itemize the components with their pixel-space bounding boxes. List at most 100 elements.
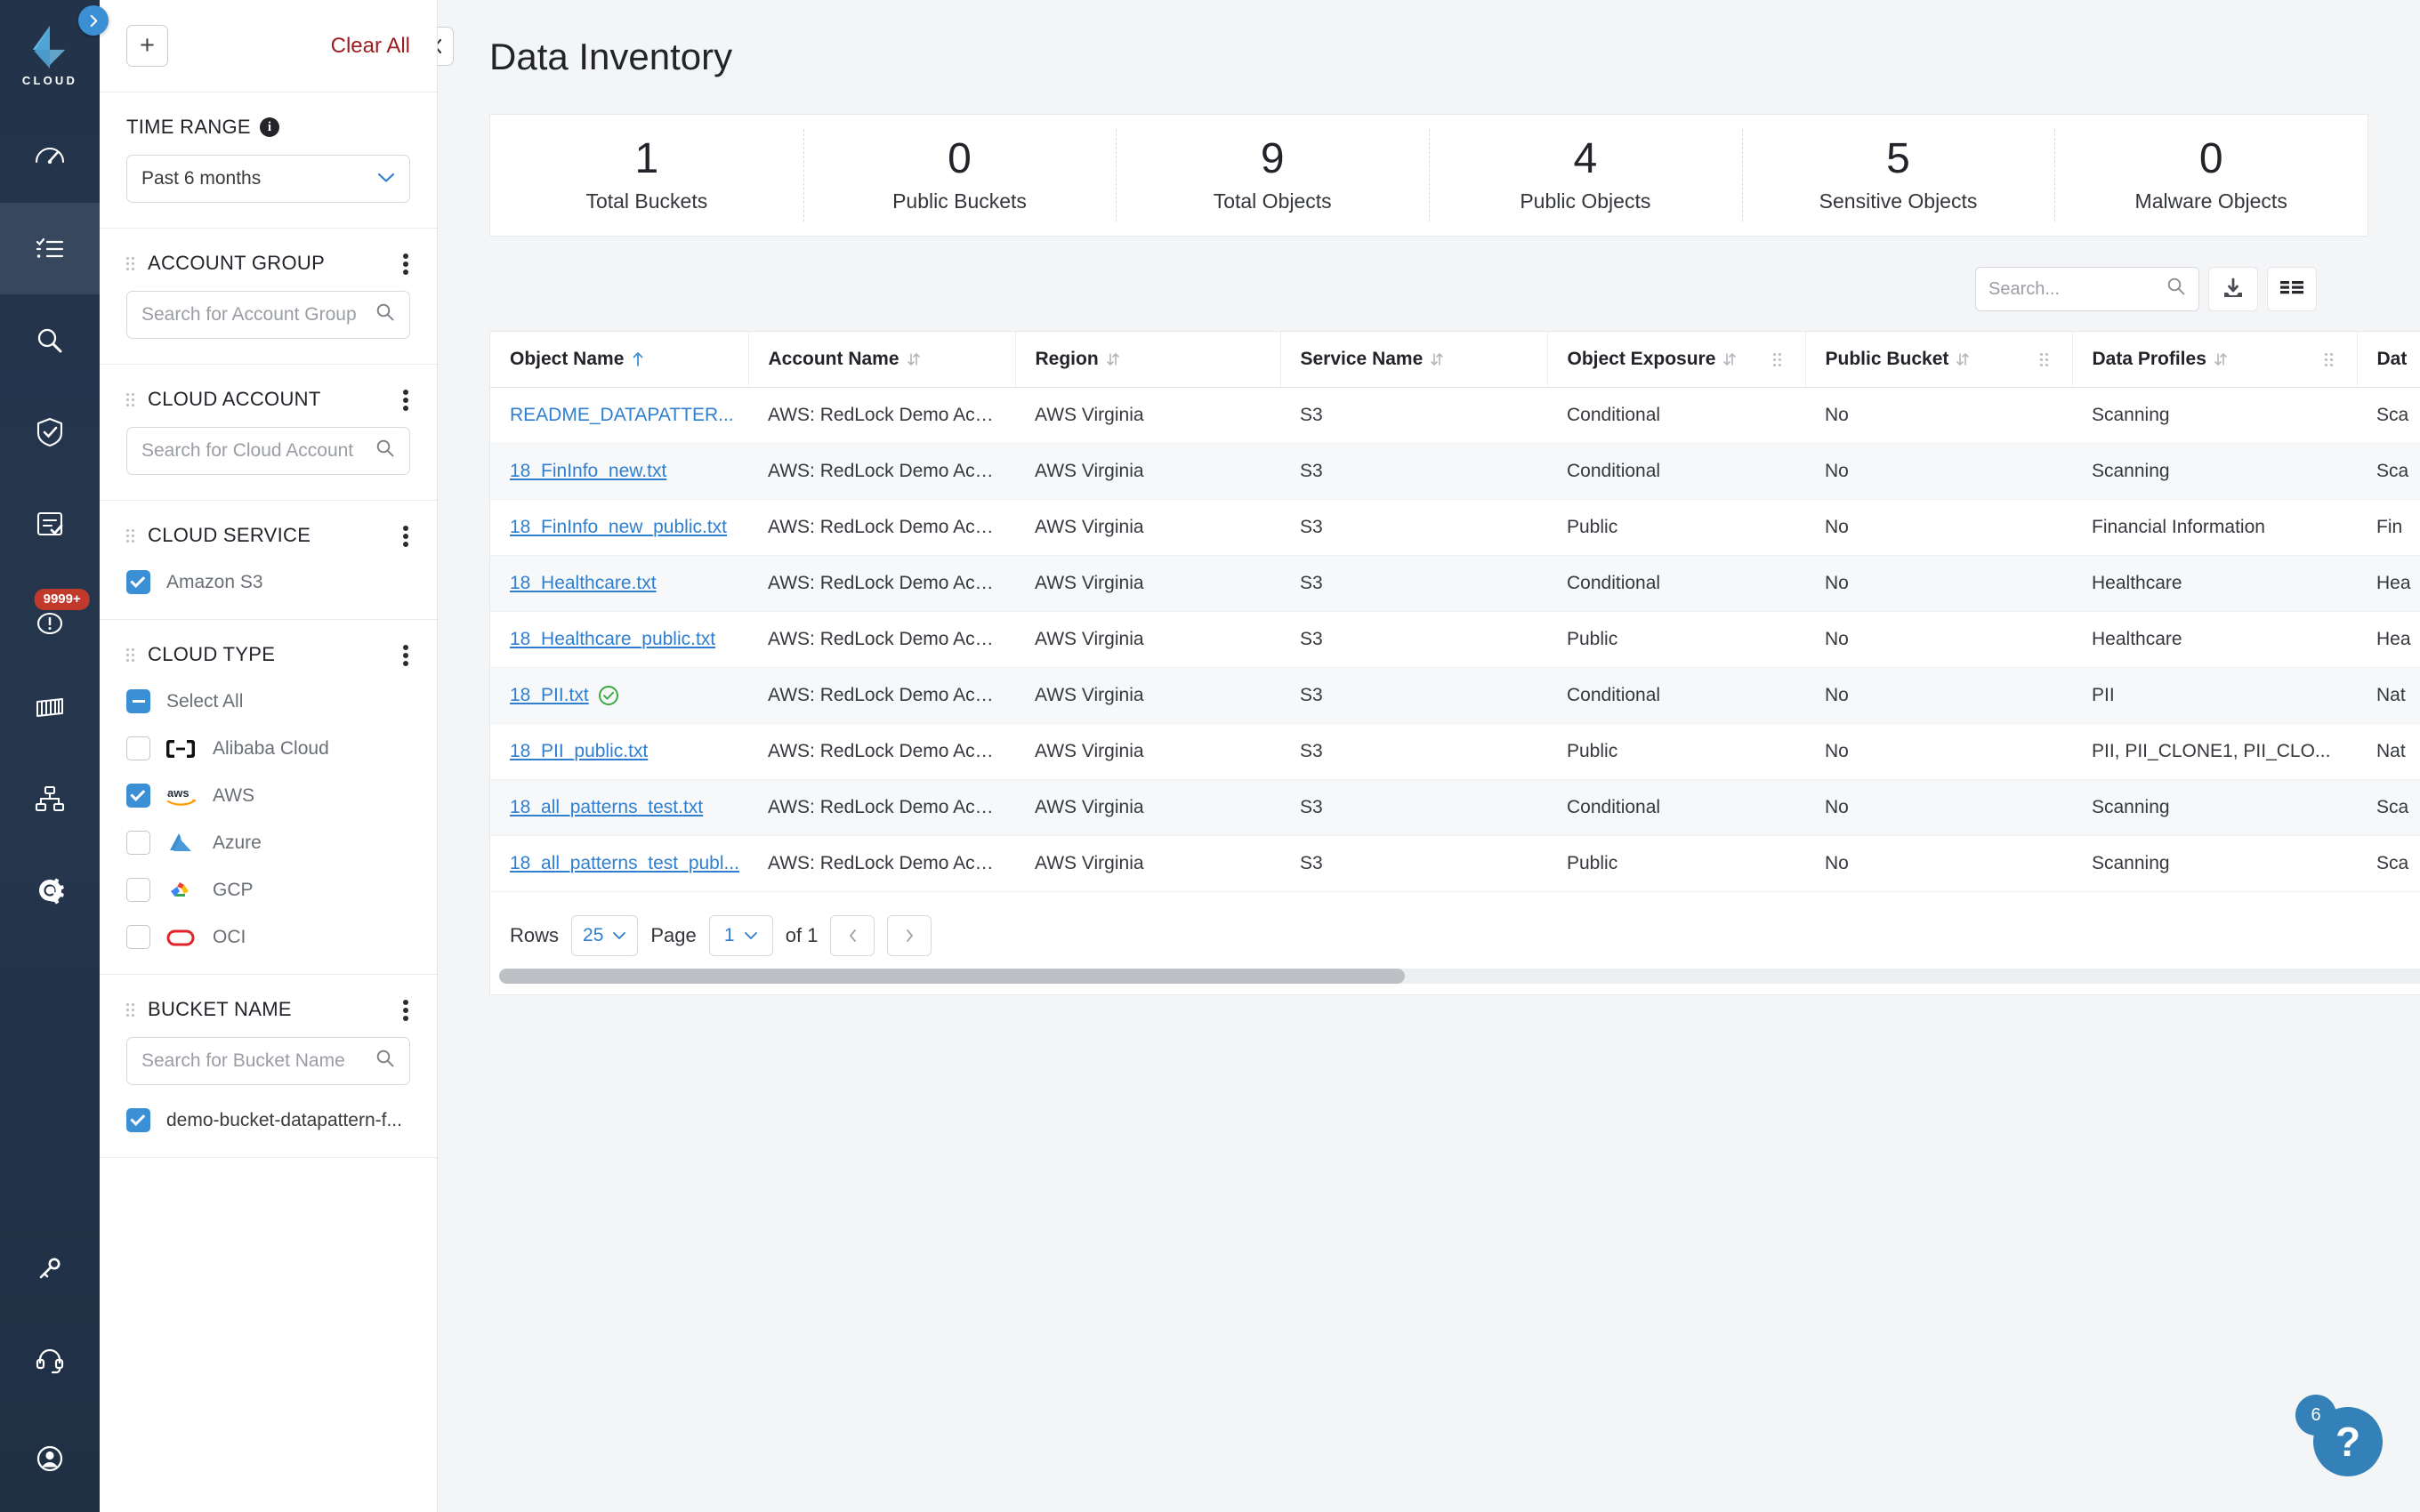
rows-per-page-select[interactable]: 25 — [571, 914, 639, 956]
download-button[interactable] — [2208, 267, 2258, 311]
nav-item-compliance[interactable] — [0, 386, 100, 478]
table-row[interactable]: 18_FinInfo_new_public.txt AWS: RedLock D… — [490, 499, 2420, 556]
object-name-link[interactable]: 18_Healthcare_public.txt — [510, 629, 715, 650]
help-button[interactable]: 6 ? — [2295, 1395, 2383, 1476]
drag-handle-icon[interactable] — [126, 255, 139, 271]
nav-item-reports[interactable] — [0, 478, 100, 569]
bucket-name-search-input[interactable]: Search for Bucket Name — [126, 1037, 410, 1085]
cloud-type-option-label: OCI — [213, 926, 246, 947]
column-header-account-name[interactable]: Account Name — [748, 332, 1016, 388]
checkbox-unchecked-icon[interactable] — [126, 831, 150, 855]
cell-object-name[interactable]: 18_all_patterns_test.txt — [490, 779, 748, 836]
nav-item-containers[interactable] — [0, 661, 100, 752]
cloud-service-option-amazon-s3[interactable]: Amazon S3 — [126, 570, 410, 594]
checkbox-checked-icon[interactable] — [126, 570, 150, 594]
checkbox-checked-icon[interactable] — [126, 784, 150, 808]
page-select[interactable]: 1 — [708, 914, 773, 956]
drag-handle-icon[interactable] — [126, 1001, 139, 1017]
info-icon[interactable]: i — [259, 117, 279, 137]
nav-item-profile[interactable] — [0, 1405, 100, 1512]
column-header-region[interactable]: Region — [1015, 332, 1281, 388]
checkbox-unchecked-icon[interactable] — [126, 925, 150, 949]
object-name-link[interactable]: 18_FinInfo_new_public.txt — [510, 517, 727, 538]
nav-item-alerts[interactable]: 9999+ — [0, 569, 100, 661]
column-resize-handle-icon[interactable] — [1772, 351, 1786, 367]
cell-object-name[interactable]: 18_PII.txt — [490, 667, 748, 724]
cloud-type-menu-icon[interactable] — [403, 645, 410, 668]
nav-item-settings[interactable] — [0, 844, 100, 936]
nav-item-keys[interactable] — [0, 1222, 100, 1314]
table-row[interactable]: 18_PII_public.txt AWS: RedLock Demo Acc.… — [490, 723, 2420, 780]
table-row[interactable]: 18_PII.txt AWS: RedLock Demo Acc... AWS … — [490, 667, 2420, 724]
cloud-type-option-gcp[interactable]: GCP — [126, 878, 410, 902]
object-name-link[interactable]: 18_all_patterns_test_publ... — [510, 853, 739, 874]
cell-object-name[interactable]: 18_PII_public.txt — [490, 723, 748, 780]
column-header-service-name[interactable]: Service Name — [1280, 332, 1548, 388]
question-mark-icon[interactable]: ? — [2313, 1407, 2383, 1476]
cell-object-name[interactable]: 18_all_patterns_test_publ... — [490, 835, 748, 892]
drag-handle-icon[interactable] — [126, 527, 139, 543]
expand-nav-icon[interactable] — [78, 5, 109, 36]
checkbox-unchecked-icon[interactable] — [126, 736, 150, 760]
column-header-data-profiles[interactable]: Data Profiles — [2072, 332, 2358, 388]
collapse-filters-button[interactable] — [438, 27, 454, 66]
table-row[interactable]: 18_FinInfo_new.txt AWS: RedLock Demo Acc… — [490, 443, 2420, 500]
column-header-public-bucket[interactable]: Public Bucket — [1805, 332, 2073, 388]
horizontal-scrollbar[interactable] — [499, 968, 2420, 984]
cell-next-truncated: Sca — [2357, 779, 2420, 836]
table-row[interactable]: 18_all_patterns_test.txt AWS: RedLock De… — [490, 779, 2420, 836]
account-group-menu-icon[interactable] — [403, 253, 410, 277]
table-row[interactable]: README_DATAPATTER... AWS: RedLock Demo A… — [490, 387, 2420, 444]
cloud-type-select-all[interactable]: Select All — [126, 689, 410, 713]
checkbox-checked-icon[interactable] — [126, 1108, 150, 1132]
scrollbar-thumb[interactable] — [499, 968, 1405, 984]
cloud-type-option-oci[interactable]: OCI — [126, 925, 410, 949]
stat-value: 0 — [2198, 134, 2223, 182]
table-row[interactable]: 18_Healthcare_public.txt AWS: RedLock De… — [490, 611, 2420, 668]
column-header-next-truncated[interactable]: Dat — [2357, 332, 2420, 388]
column-header-object-name[interactable]: Object Name — [490, 332, 749, 388]
cell-object-name[interactable]: 18_Healthcare.txt — [490, 555, 748, 612]
cloud-account-menu-icon[interactable] — [403, 390, 410, 413]
bucket-name-menu-icon[interactable] — [403, 1000, 410, 1023]
checkbox-unchecked-icon[interactable] — [126, 878, 150, 902]
object-name-link[interactable]: README_DATAPATTER... — [510, 405, 734, 426]
drag-handle-icon[interactable] — [126, 647, 139, 663]
nav-item-investigate[interactable] — [0, 294, 100, 386]
cell-object-name[interactable]: 18_FinInfo_new_public.txt — [490, 499, 748, 556]
nav-item-support[interactable] — [0, 1314, 100, 1405]
table-row[interactable]: 18_Healthcare.txt AWS: RedLock Demo Acc.… — [490, 555, 2420, 612]
stat-value: 0 — [948, 134, 972, 182]
checkbox-indeterminate-icon[interactable] — [126, 689, 150, 713]
drag-handle-icon[interactable] — [126, 391, 139, 407]
object-name-link[interactable]: 18_PII.txt — [510, 685, 589, 706]
next-page-button[interactable] — [887, 914, 932, 956]
time-range-select[interactable]: Past 6 months — [126, 155, 410, 203]
column-resize-handle-icon[interactable] — [2324, 351, 2337, 367]
column-settings-button[interactable] — [2267, 267, 2317, 311]
cell-object-name[interactable]: README_DATAPATTER... — [490, 387, 748, 444]
bucket-name-option[interactable]: demo-bucket-datapattern-f... — [126, 1108, 410, 1132]
previous-page-button[interactable] — [830, 914, 875, 956]
nav-item-dashboard[interactable] — [0, 111, 100, 203]
clear-all-button[interactable]: Clear All — [331, 34, 410, 59]
account-group-search-input[interactable]: Search for Account Group — [126, 291, 410, 339]
cloud-service-menu-icon[interactable] — [403, 526, 410, 549]
cell-object-name[interactable]: 18_FinInfo_new.txt — [490, 443, 748, 500]
column-header-object-exposure[interactable]: Object Exposure — [1547, 332, 1806, 388]
table-row[interactable]: 18_all_patterns_test_publ... AWS: RedLoc… — [490, 835, 2420, 892]
column-resize-handle-icon[interactable] — [2039, 351, 2053, 367]
cell-object-name[interactable]: 18_Healthcare_public.txt — [490, 611, 748, 668]
object-name-link[interactable]: 18_all_patterns_test.txt — [510, 797, 703, 818]
add-filter-button[interactable]: + — [126, 25, 168, 67]
nav-item-inventory[interactable] — [0, 203, 100, 294]
object-name-link[interactable]: 18_Healthcare.txt — [510, 573, 657, 594]
cloud-account-search-input[interactable]: Search for Cloud Account — [126, 427, 410, 475]
table-search-input[interactable]: Search... — [1975, 267, 2199, 311]
nav-item-topology[interactable] — [0, 752, 100, 844]
object-name-link[interactable]: 18_PII_public.txt — [510, 741, 648, 762]
object-name-link[interactable]: 18_FinInfo_new.txt — [510, 461, 666, 482]
cloud-type-option-aws[interactable]: aws AWS — [126, 784, 410, 808]
cloud-type-option-azure[interactable]: Azure — [126, 831, 410, 855]
cloud-type-option-alibaba[interactable]: Alibaba Cloud — [126, 736, 410, 760]
